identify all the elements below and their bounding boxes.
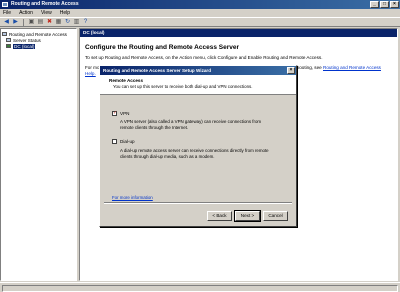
toolbar: ◀ ▶ ▣ ▤ ✖ ▦ ↻ ▥ ?	[0, 17, 400, 27]
forward-arrow-icon[interactable]: ▶	[12, 19, 19, 26]
status-bar	[0, 282, 400, 292]
up-folder-icon[interactable]: ▣	[28, 19, 35, 26]
tree-item-dc-local[interactable]: DC (local)	[2, 43, 75, 49]
server-status-icon	[6, 38, 11, 42]
export-icon[interactable]: ▥	[73, 19, 80, 26]
setup-instructions: To set up Routing and Remote Access, on …	[85, 55, 323, 60]
more-info-link[interactable]: For more information	[112, 195, 153, 200]
back-button[interactable]: < Back	[207, 211, 232, 221]
menubar: File Action View Help	[0, 9, 400, 17]
wizard-header-title: Remote Access	[109, 78, 144, 83]
console-tree: Routing and Remote Access Server Status …	[0, 28, 77, 281]
show-tree-icon[interactable]: ▤	[37, 19, 44, 26]
window-titlebar: Routing and Remote Access _ □ ×	[0, 0, 400, 9]
dialup-checkbox[interactable]	[112, 139, 117, 144]
dialup-description: A dial-up remote access server can recei…	[120, 148, 269, 159]
maximize-button[interactable]: □	[380, 1, 389, 8]
back-arrow-icon[interactable]: ◀	[3, 19, 10, 26]
tree-item-label: Server Status	[13, 37, 41, 43]
vpn-description: A VPN server (also called a VPN gateway)…	[120, 119, 262, 130]
app-icon	[2, 2, 8, 7]
dialog-titlebar: Routing and Remote Access Server Setup W…	[100, 66, 296, 75]
menu-action[interactable]: Action	[19, 10, 33, 16]
vpn-checkbox[interactable]: ✓	[112, 111, 117, 116]
tree-item-label: DC (local)	[13, 43, 36, 49]
status-cell	[2, 285, 398, 292]
dialog-title: Routing and Remote Access Server Setup W…	[103, 68, 212, 73]
setup-wizard-dialog: Routing and Remote Access Server Setup W…	[99, 65, 297, 227]
refresh-icon[interactable]: ↻	[64, 19, 71, 26]
vpn-label: VPN	[120, 111, 130, 116]
cancel-button[interactable]: Cancel	[263, 211, 288, 221]
tree-root-label: Routing and Remote Access	[9, 31, 67, 37]
vpn-option[interactable]: ✓ VPN	[112, 111, 129, 116]
next-button[interactable]: Next >	[234, 210, 261, 222]
routing-icon	[2, 32, 7, 36]
delete-x-icon[interactable]: ✖	[46, 19, 53, 26]
close-button[interactable]: ×	[390, 1, 399, 8]
window-controls: _ □ ×	[370, 1, 399, 8]
page-title: Configure the Routing and Remote Access …	[85, 44, 239, 51]
menu-file[interactable]: File	[3, 10, 11, 16]
dialup-option[interactable]: Dial-up	[112, 139, 135, 144]
menu-help[interactable]: Help	[60, 10, 70, 16]
wizard-buttons: < Back Next > Cancel	[207, 210, 288, 222]
help-icon[interactable]: ?	[82, 19, 89, 26]
dialup-label: Dial-up	[120, 139, 135, 144]
menu-view[interactable]: View	[41, 10, 52, 16]
minimize-button[interactable]: _	[370, 1, 379, 8]
wizard-header: Remote Access You can set up this server…	[100, 75, 296, 95]
window-title: Routing and Remote Access	[11, 1, 79, 7]
button-separator	[104, 202, 292, 204]
tree-root[interactable]: Routing and Remote Access	[2, 31, 75, 37]
wizard-body: ✓ VPN A VPN server (also called a VPN ga…	[100, 95, 296, 211]
toolbar-separator	[23, 18, 24, 26]
server-icon	[6, 44, 11, 48]
properties-icon[interactable]: ▦	[55, 19, 62, 26]
dialog-close-button[interactable]: ×	[287, 67, 295, 74]
details-header: DC (local)	[80, 29, 397, 37]
wizard-header-subtitle: You can set up this server to receive bo…	[113, 84, 253, 89]
